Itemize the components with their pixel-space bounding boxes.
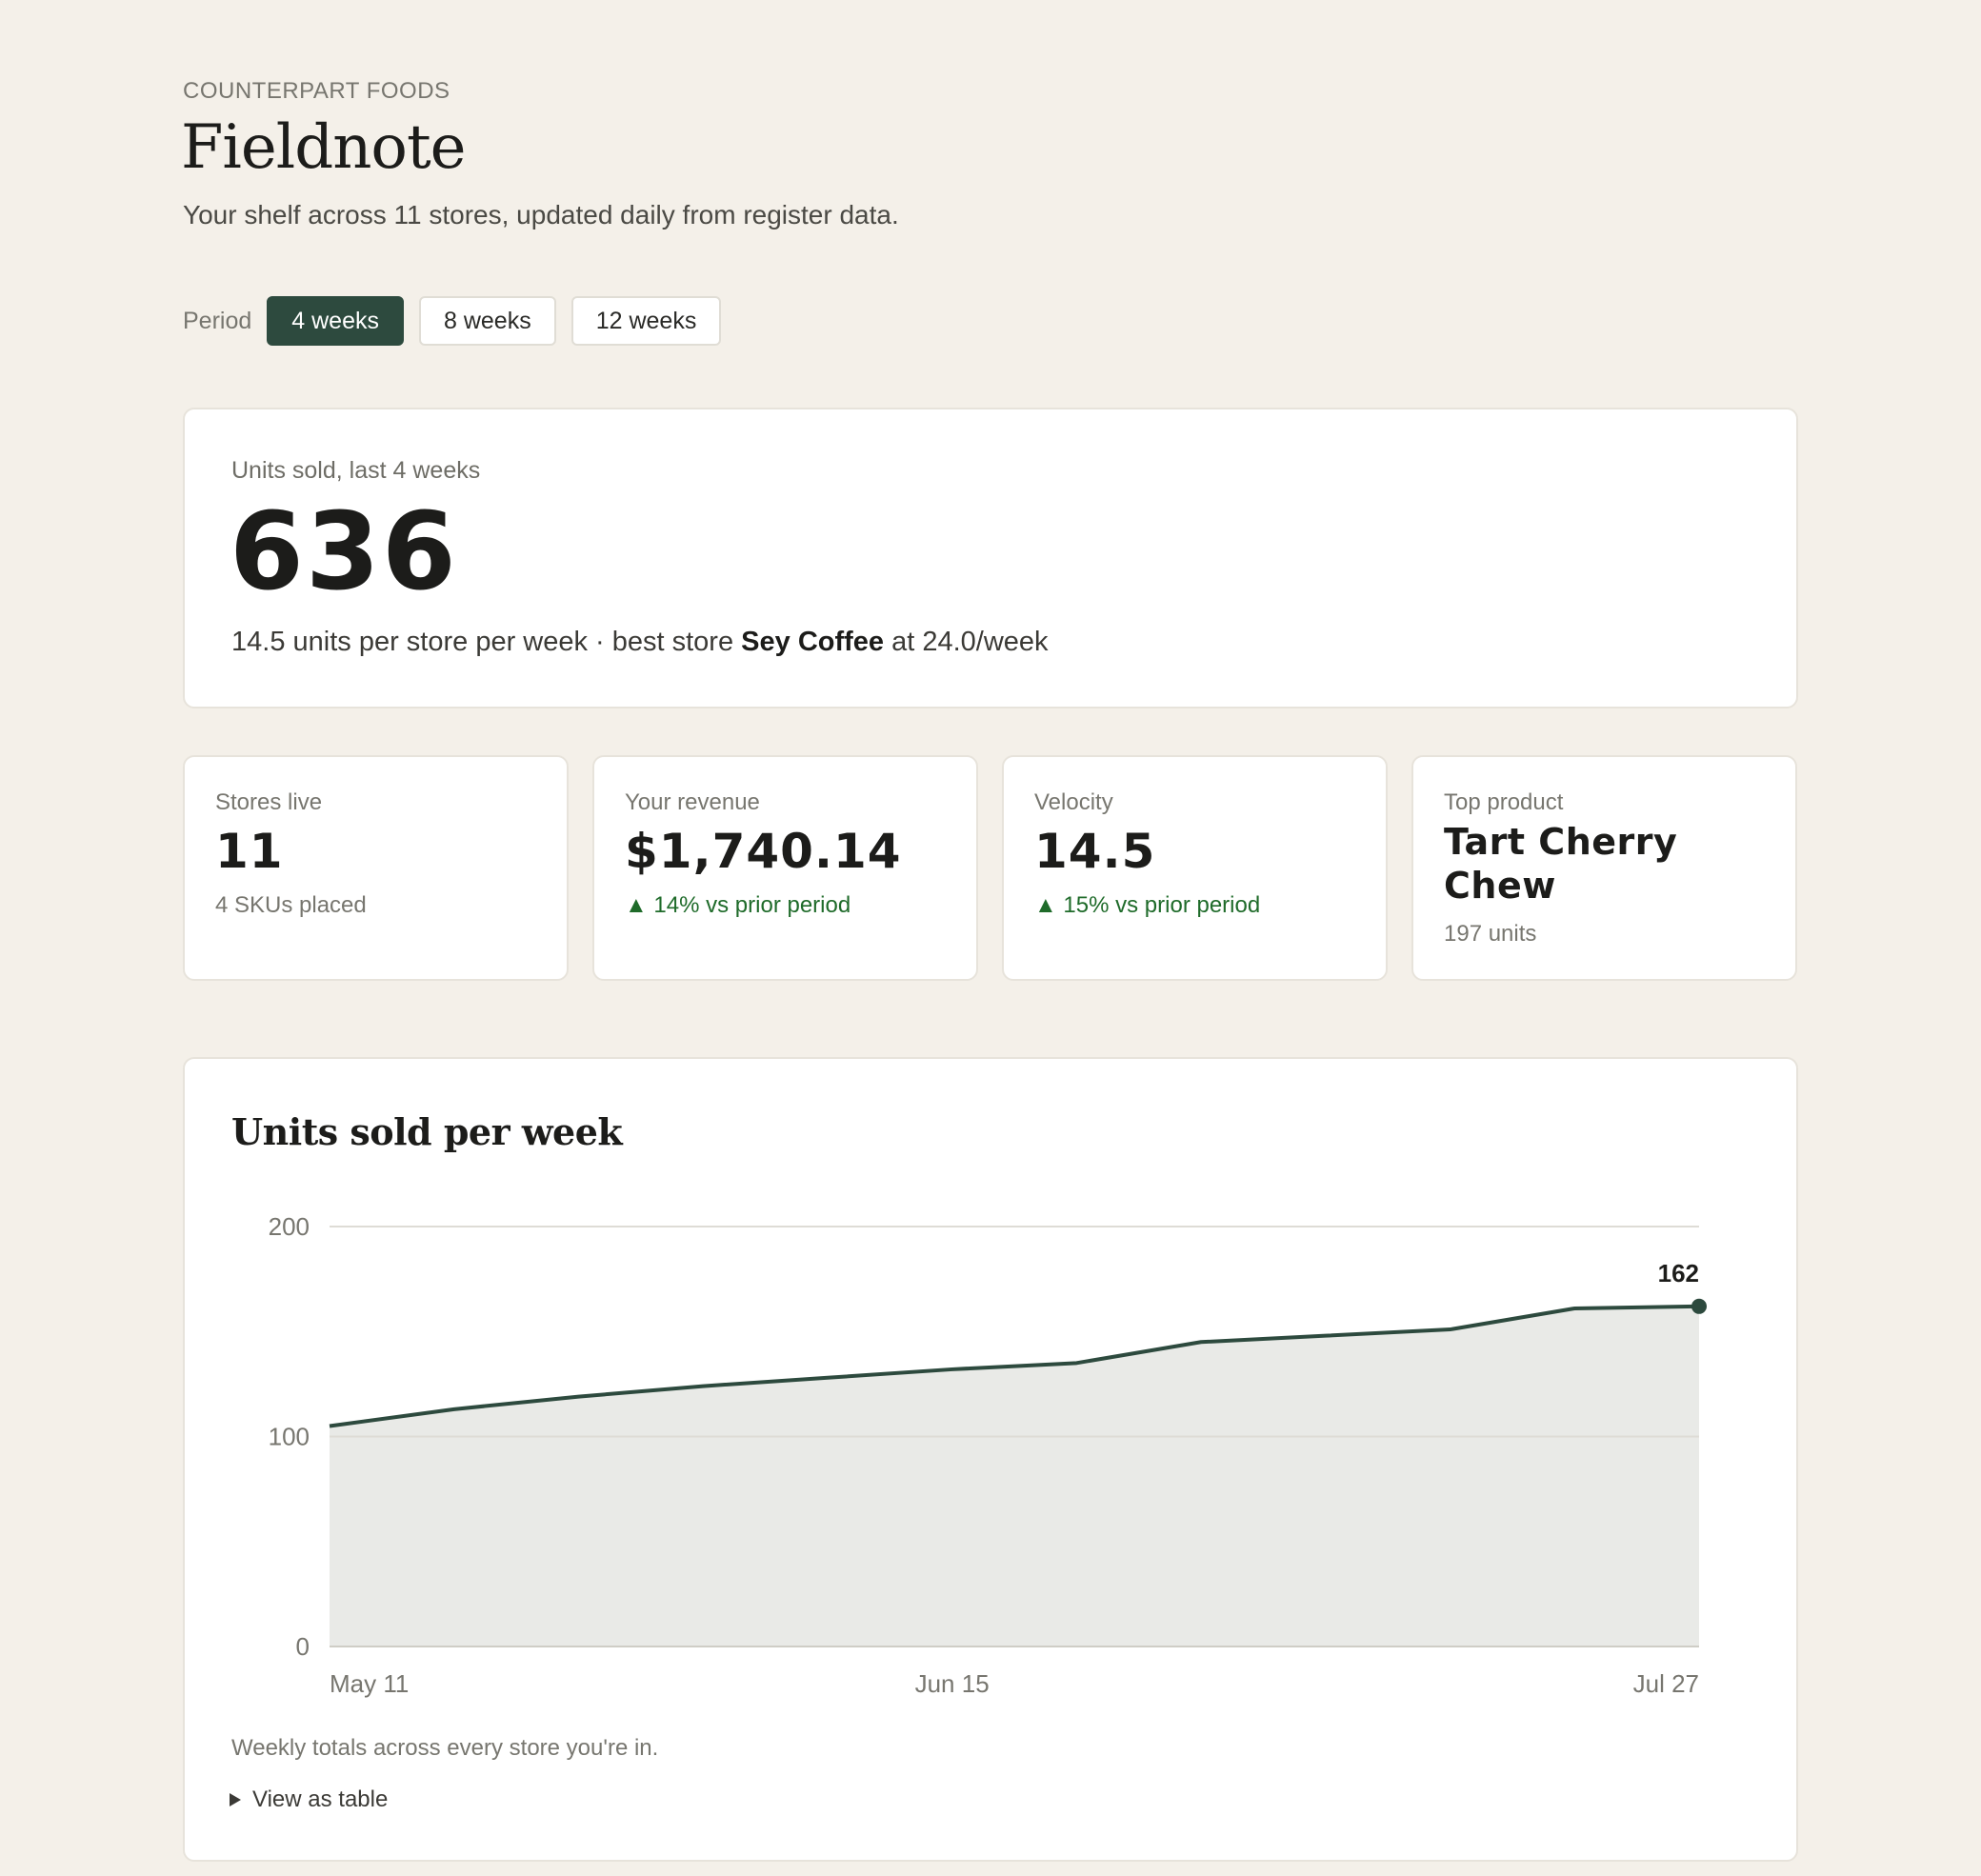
units-per-week-chart-card: Units sold per week 0 100 200 162 May 11 Jun … (183, 1057, 1798, 1862)
period-8-weeks-button[interactable]: 8 weeks (418, 296, 556, 346)
page-subtitle: Your shelf across 11 stores, updated dai… (183, 200, 899, 230)
view-as-table-label: View as table (252, 1786, 389, 1812)
best-store-name: Sey Coffee (741, 627, 885, 657)
chart-area-fill (330, 1306, 1699, 1646)
x-tick-label: May 11 (330, 1669, 409, 1698)
x-tick-label: Jun 15 (915, 1669, 990, 1698)
y-tick-label: 0 (296, 1632, 310, 1661)
kpi-subtext: 197 units (1444, 921, 1537, 947)
kpi-card-velocity: Velocity 14.5 ▲ 15% vs prior period (1002, 755, 1388, 981)
kpi-label: Top product (1444, 789, 1564, 815)
kpi-card-revenue: Your revenue $1,740.14 ▲ 14% vs prior pe… (592, 755, 978, 981)
dashboard-page: COUNTERPART FOODS Fieldnote Your shelf a… (0, 0, 1981, 1876)
units-sold-hero-card: Units sold, last 4 weeks 636 14.5 units … (183, 408, 1798, 708)
period-selector: Period 4 weeks 8 weeks 12 weeks (183, 296, 722, 346)
kpi-value: 11 (215, 824, 284, 879)
chart-data-point (1691, 1298, 1707, 1314)
hero-value: 636 (230, 490, 458, 614)
period-label: Period (183, 307, 252, 334)
period-12-weeks-button[interactable]: 12 weeks (570, 296, 722, 346)
period-4-weeks-button[interactable]: 4 weeks (267, 296, 404, 346)
kpi-value: Tart Cherry Chew (1444, 821, 1678, 907)
app-title: Fieldnote (181, 112, 467, 183)
kpi-label: Stores live (215, 789, 323, 815)
hero-summary-suffix: at 24.0/week (884, 627, 1049, 657)
hero-summary-prefix: 14.5 units per store per week · best sto… (231, 627, 742, 657)
disclosure-triangle-icon (230, 1793, 241, 1806)
chart-caption: Weekly totals across every store you're … (231, 1735, 659, 1761)
kpi-card-top-product: Top product Tart Cherry Chew 197 units (1411, 755, 1797, 981)
view-as-table-toggle[interactable]: View as table (230, 1786, 388, 1813)
hero-label: Units sold, last 4 weeks (231, 457, 481, 484)
kpi-value: 14.5 (1034, 824, 1156, 879)
kpi-value: $1,740.14 (625, 824, 902, 879)
y-tick-label: 100 (269, 1423, 310, 1451)
kpi-subtext: 4 SKUs placed (215, 892, 367, 918)
kpi-delta: ▲ 15% vs prior period (1034, 892, 1261, 918)
y-tick-label: 200 (269, 1212, 310, 1241)
kpi-label: Velocity (1034, 789, 1113, 815)
kpi-label: Your revenue (625, 789, 760, 815)
units-per-week-chart: 0 100 200 162 May 11 Jun 15 Jul 27 (269, 1212, 1707, 1698)
brand-name: COUNTERPART FOODS (183, 78, 450, 104)
hero-summary: 14.5 units per store per week · best sto… (231, 627, 1049, 658)
kpi-card-stores-live: Stores live 11 4 SKUs placed (183, 755, 569, 981)
x-tick-label: Jul 27 (1633, 1669, 1699, 1698)
kpi-delta: ▲ 14% vs prior period (625, 892, 851, 918)
chart-end-value-label: 162 (1658, 1259, 1699, 1287)
